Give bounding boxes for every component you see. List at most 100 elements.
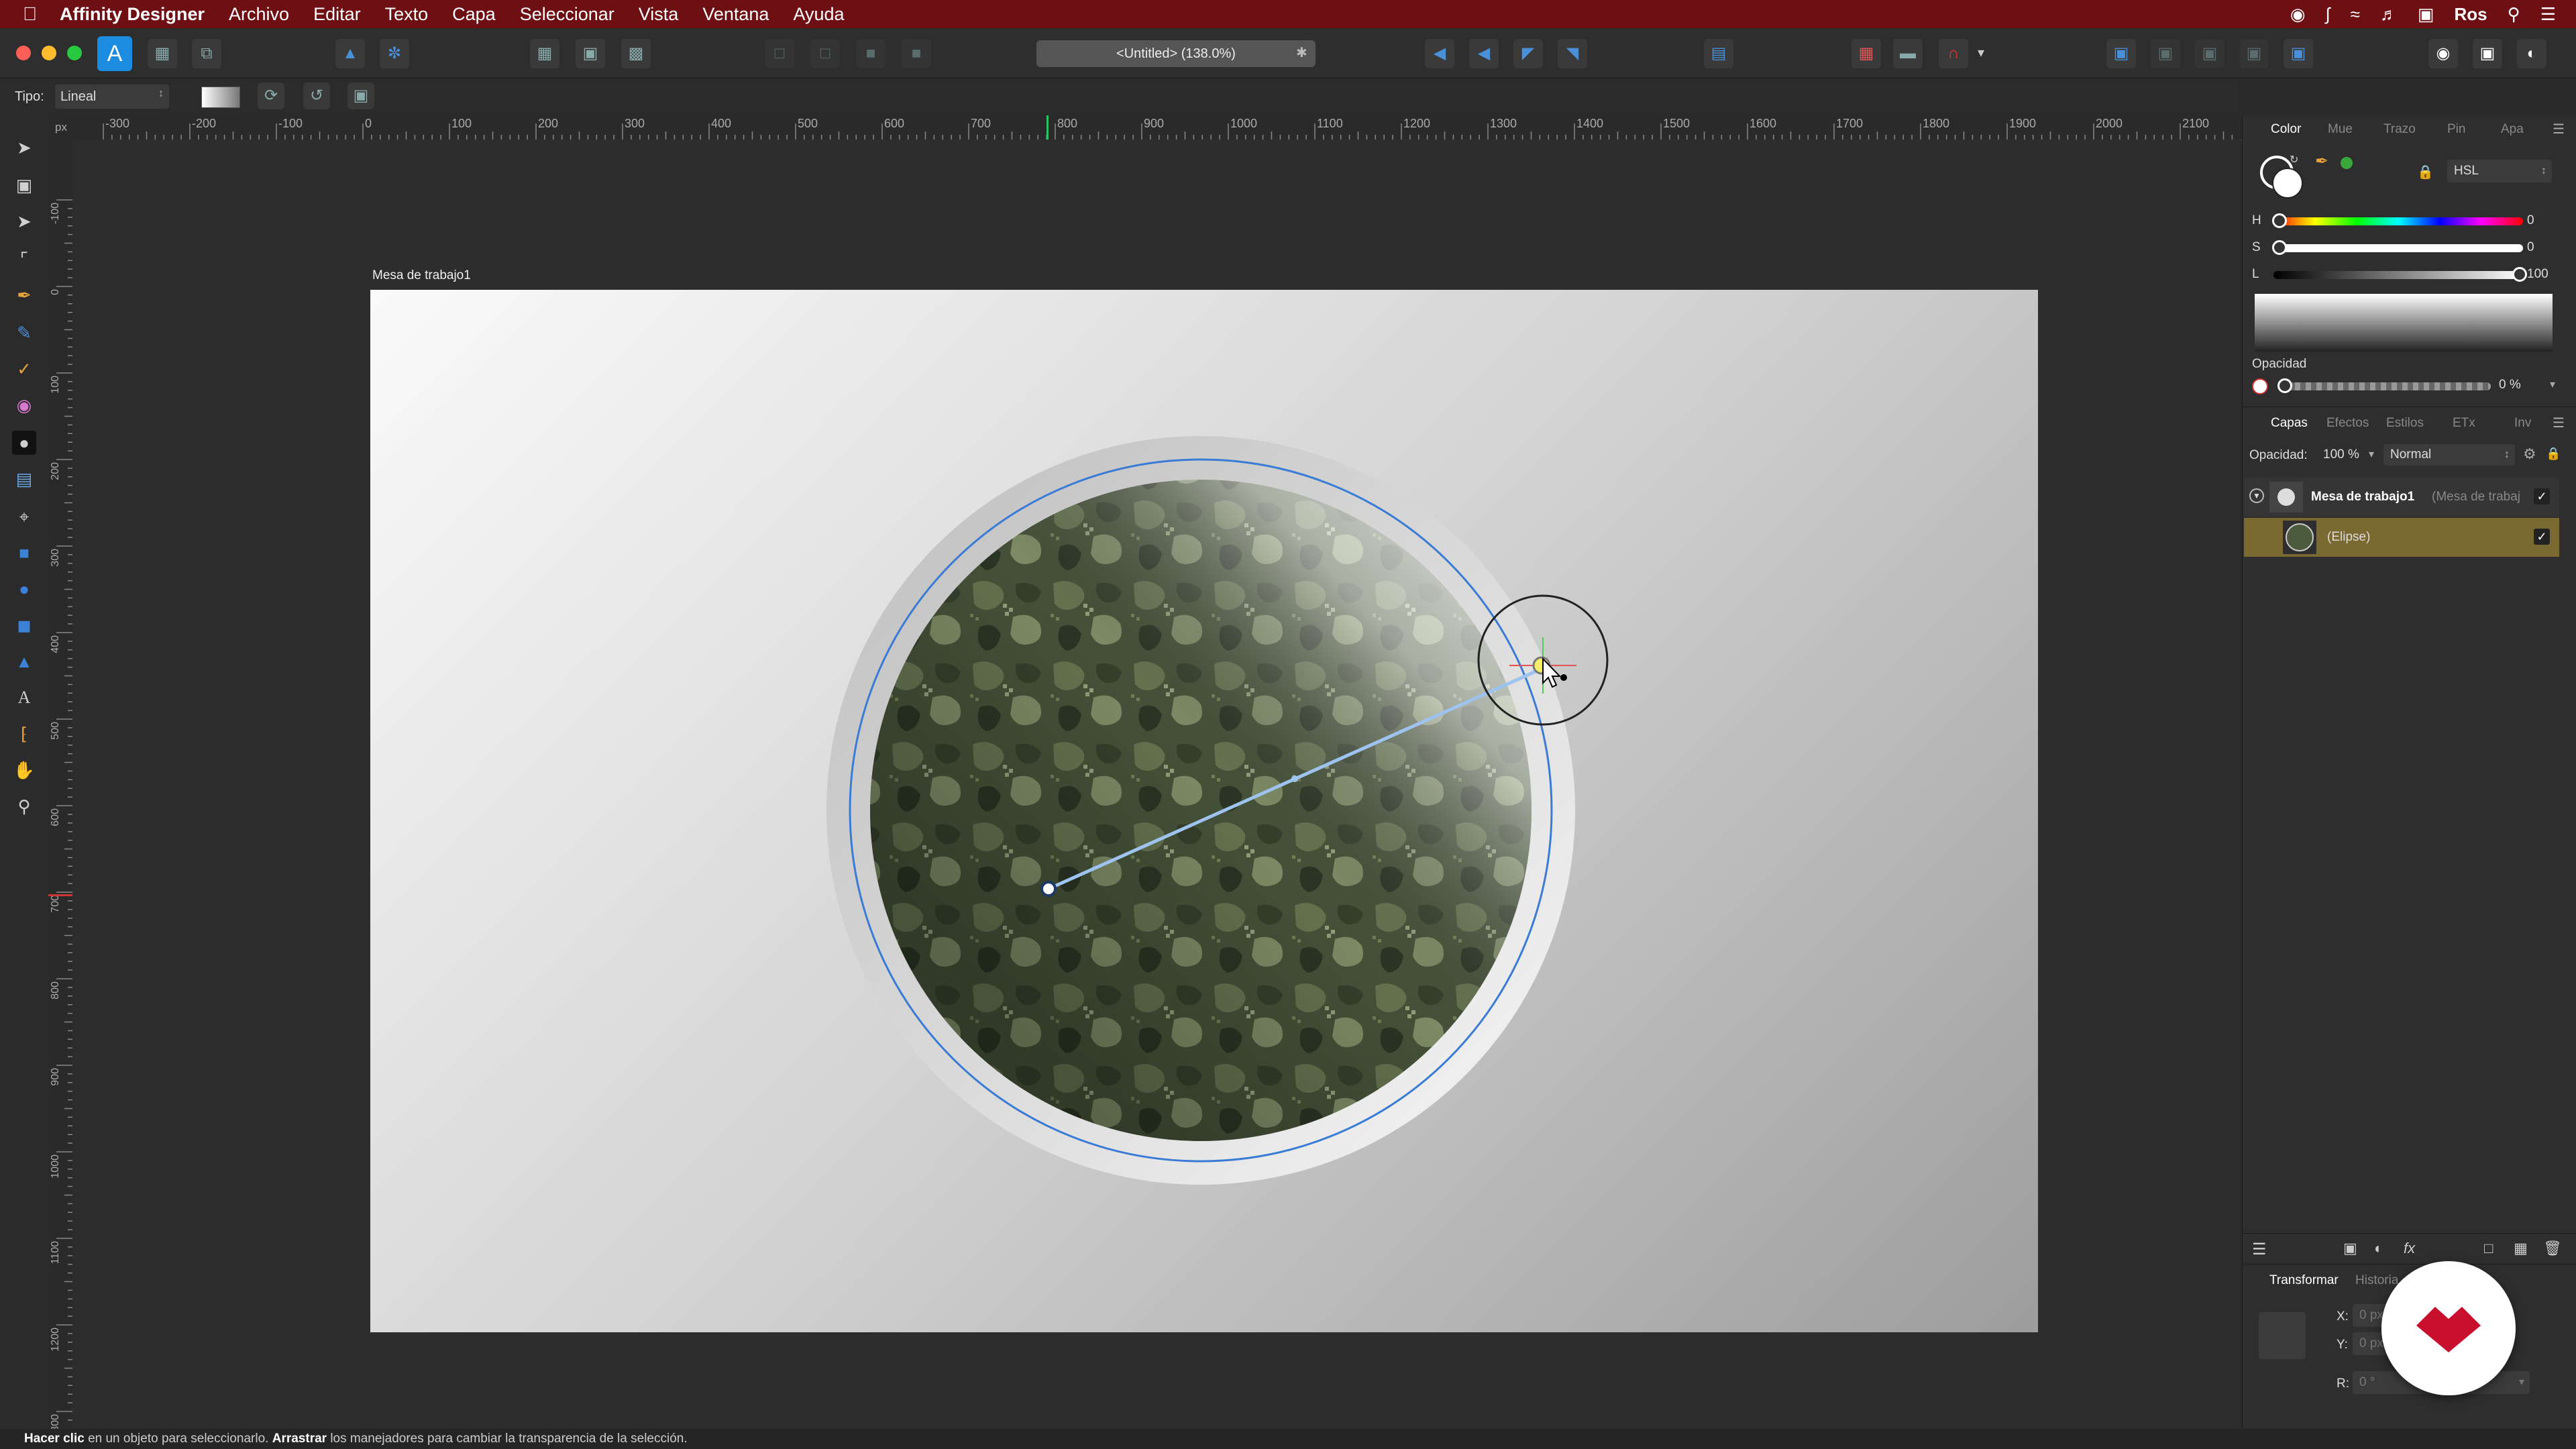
guides-icon[interactable]: ▬ [1893, 39, 1923, 68]
studio-boolean-intersect-icon[interactable]: ◐ [2517, 39, 2546, 68]
layer-row-ellipse[interactable]: (Elipse) ✓ [2244, 518, 2559, 557]
delete-layer-icon[interactable]: 🗑 [2543, 1240, 2562, 1257]
blend-mode-dropdown[interactable]: Normal ↕ [2383, 444, 2515, 466]
layers-stack-icon[interactable]: ☰ [2252, 1240, 2267, 1259]
menu-editar[interactable]: Editar [313, 4, 361, 25]
visibility-checkbox[interactable]: ✓ [2534, 529, 2550, 545]
menu-archivo[interactable]: Archivo [229, 4, 289, 25]
gear-icon[interactable]: ⚙ [2523, 445, 2536, 463]
add-pixel-layer-icon[interactable]: ▦ [2514, 1240, 2528, 1257]
triangle-tool-icon[interactable]: ▲ [12, 649, 36, 674]
s-value[interactable]: 0 [2527, 240, 2534, 255]
search-icon[interactable]: ⚲ [2508, 4, 2520, 25]
window-zoom-button[interactable] [67, 46, 82, 60]
swap-icon[interactable]: ↻ [2290, 153, 2298, 166]
transparency-tool-icon[interactable]: ● [12, 431, 36, 455]
lightness-slider[interactable] [2273, 271, 2523, 279]
tab-stroke[interactable]: Trazo [2383, 122, 2416, 137]
volume-icon[interactable]: ♬ [2380, 4, 2398, 25]
flip-horizontal-icon[interactable]: ◀ [1425, 39, 1454, 68]
color-preview-gradient[interactable] [2255, 294, 2553, 352]
layer-opacity-field[interactable]: 100 % ▾ [2316, 444, 2375, 466]
recent-color-dot[interactable] [2341, 157, 2353, 169]
arrange-forward-icon[interactable]: ■ [856, 39, 885, 68]
share-icon[interactable]: ▲ [335, 39, 365, 68]
menu-texto[interactable]: Texto [385, 4, 429, 25]
snap-pixels-icon[interactable]: ▩ [621, 39, 651, 68]
export-persona-icon[interactable]: ⧉ [192, 39, 221, 68]
arrange-front-icon[interactable]: ■ [902, 39, 931, 68]
menu-vista[interactable]: Vista [639, 4, 679, 25]
tab-brushes[interactable]: Pin [2447, 122, 2465, 137]
snap-objects-icon[interactable]: ▣ [576, 39, 605, 68]
rotate-left-icon[interactable]: ◤ [1513, 39, 1543, 68]
tab-swatches[interactable]: Mue [2328, 122, 2353, 137]
add-layer-icon[interactable]: □ [2484, 1240, 2493, 1257]
hue-knob[interactable] [2272, 213, 2287, 228]
studio-boolean-add-icon[interactable]: ◉ [2428, 39, 2458, 68]
apple-icon[interactable]:  [23, 3, 37, 25]
align-icon[interactable]: ▤ [1704, 39, 1733, 68]
mask-icon[interactable]: ▣ [2343, 1240, 2357, 1257]
expand-chevron-icon[interactable]: ▼ [2249, 488, 2264, 503]
saturation-knob[interactable] [2272, 240, 2287, 255]
list-icon[interactable]: ☰ [2540, 4, 2556, 25]
rounded-rect-tool-icon[interactable]: ◼ [12, 613, 36, 637]
hue-slider[interactable] [2273, 217, 2523, 225]
type-dropdown[interactable]: Lineal ↕ [55, 85, 169, 109]
designer-persona-icon[interactable]: A [97, 36, 132, 71]
color-mode-dropdown[interactable]: HSL ↕ [2447, 160, 2552, 182]
gradient-swatch[interactable] [201, 87, 240, 108]
tab-transform[interactable]: Transformar [2269, 1273, 2339, 1288]
reverse-gradient-icon[interactable]: ↺ [303, 83, 330, 109]
place-image-icon[interactable]: ▤ [12, 467, 36, 491]
user-name[interactable]: Ros [2455, 4, 2487, 25]
window-minimize-button[interactable] [42, 46, 56, 60]
artboard-tool-icon[interactable]: ▣ [12, 173, 36, 197]
node-tool-icon[interactable]: ➤ [12, 209, 36, 233]
studio-boolean-subtract-icon[interactable]: ▣ [2473, 39, 2502, 68]
snapping-magnet-icon[interactable]: ∩ [1939, 39, 1968, 68]
color-picker-icon[interactable]: ⁅ [12, 722, 36, 746]
record-icon[interactable]: ◉ [2290, 4, 2306, 25]
isolate-icon[interactable]: ▣ [2239, 39, 2269, 68]
anchor-point-selector[interactable] [2259, 1312, 2306, 1359]
snap-grid-icon[interactable]: ▦ [530, 39, 559, 68]
pencil-tool-icon[interactable]: ✎ [12, 321, 36, 345]
opacity-value-field[interactable]: 0 % ▾ [2492, 374, 2557, 396]
opacity-knob[interactable] [2277, 378, 2292, 393]
artwork[interactable] [805, 416, 1644, 1208]
assistant-icon[interactable]: ✼ [380, 39, 409, 68]
tab-styles[interactable]: Estilos [2386, 416, 2424, 431]
tab-stock[interactable]: Inv [2514, 416, 2531, 431]
calendar-icon[interactable]: ▣ [2418, 4, 2434, 25]
hand-tool-icon[interactable]: ✋ [12, 758, 36, 782]
insert-top-icon[interactable]: ▣ [2151, 39, 2180, 68]
pixel-persona-icon[interactable]: ▦ [148, 39, 177, 68]
panel-menu-icon[interactable]: ☰ [2553, 121, 2565, 138]
no-color-icon[interactable] [2252, 378, 2268, 394]
lightness-knob[interactable] [2512, 267, 2527, 282]
lock-icon[interactable]: 🔒 [2546, 447, 2561, 461]
menu-capa[interactable]: Capa [452, 4, 496, 25]
arrange-backward-icon[interactable]: □ [810, 39, 840, 68]
rotate-gradient-icon[interactable]: ⟳ [258, 83, 284, 109]
gradient-midpoint-handle[interactable] [1291, 775, 1298, 782]
ellipse-tool-icon[interactable]: ● [12, 577, 36, 601]
rotate-right-icon[interactable]: ◥ [1558, 39, 1587, 68]
document-title[interactable]: <Untitled> (138.0%) [1036, 40, 1316, 67]
layer-row-artboard[interactable]: ▼ Mesa de trabajo1 (Mesa de trabaj ✓ [2244, 478, 2559, 517]
tab-color[interactable]: Color [2271, 122, 2301, 137]
pen-tool-icon[interactable]: ✒ [12, 283, 36, 307]
l-value[interactable]: 100 [2527, 267, 2548, 282]
corner-tool-icon[interactable]: ⌜ [12, 247, 36, 271]
text-tool-icon[interactable]: A [12, 686, 36, 710]
arrange-back-icon[interactable]: □ [765, 39, 794, 68]
crop-tool-icon[interactable]: ⌖ [12, 504, 36, 529]
visibility-checkbox[interactable]: ✓ [2534, 488, 2550, 504]
insert-inside-icon[interactable]: ▣ [2195, 39, 2224, 68]
window-close-button[interactable] [16, 46, 31, 60]
panel-menu-icon[interactable]: ☰ [2553, 415, 2565, 431]
eyedropper-icon[interactable]: ✒ [2315, 152, 2328, 171]
lock-icon[interactable]: 🔒 [2417, 164, 2434, 180]
